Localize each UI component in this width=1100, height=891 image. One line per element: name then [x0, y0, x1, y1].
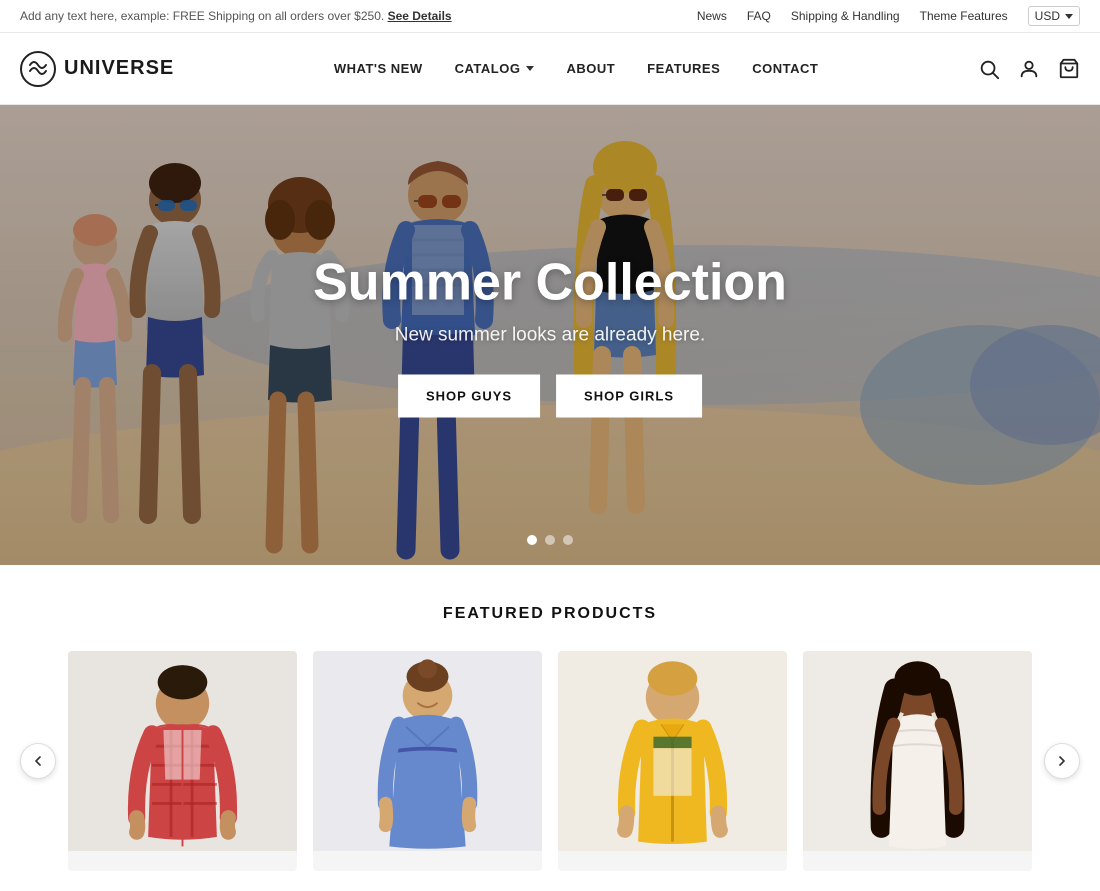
products-grid	[68, 651, 1032, 871]
cart-button[interactable]	[1058, 58, 1080, 80]
catalog-chevron-icon	[526, 66, 534, 71]
carousel-next-button[interactable]	[1044, 743, 1080, 779]
logo[interactable]: UNIVERSE	[20, 51, 174, 87]
chevron-right-icon	[1054, 753, 1070, 769]
announcement-text: Add any text here, example: FREE Shippin…	[20, 9, 452, 23]
bag-icon	[1058, 58, 1080, 80]
nav-whats-new[interactable]: WHAT'S NEW	[334, 61, 423, 76]
nav-link-news[interactable]: News	[697, 9, 727, 23]
nav-about[interactable]: ABOUT	[566, 61, 615, 76]
hero-dot-1[interactable]	[527, 535, 537, 545]
brand-name: UNIVERSE	[64, 57, 174, 80]
shop-guys-button[interactable]: SHOP GUYS	[398, 375, 540, 418]
search-button[interactable]	[978, 58, 1000, 80]
announcement-bar: Add any text here, example: FREE Shippin…	[0, 0, 1100, 33]
hero-dot-2[interactable]	[545, 535, 555, 545]
currency-chevron-icon	[1065, 14, 1073, 19]
nav-link-theme[interactable]: Theme Features	[920, 9, 1008, 23]
nav-links: WHAT'S NEW CATALOG ABOUT FEATURES CONTAC…	[334, 61, 819, 76]
products-carousel	[20, 651, 1080, 871]
product-card-4[interactable]	[803, 651, 1032, 871]
hero-dot-3[interactable]	[563, 535, 573, 545]
hero-title: Summer Collection	[313, 253, 787, 313]
search-icon	[978, 58, 1000, 80]
account-button[interactable]	[1018, 58, 1040, 80]
product-image-3	[558, 651, 787, 851]
currency-selector[interactable]: USD	[1028, 6, 1080, 26]
product-card-3[interactable]	[558, 651, 787, 871]
logo-icon	[20, 51, 56, 87]
shop-girls-button[interactable]: SHOP GIRLS	[556, 375, 702, 418]
product-image-2	[313, 651, 542, 851]
featured-title: FEATURED PRODUCTS	[20, 605, 1080, 623]
product-image-4	[803, 651, 1032, 851]
announcement-link[interactable]: See Details	[388, 9, 452, 23]
product-image-1	[68, 651, 297, 851]
announcement-links: News FAQ Shipping & Handling Theme Featu…	[697, 6, 1080, 26]
product-card-1[interactable]	[68, 651, 297, 871]
hero-buttons: SHOP GUYS SHOP GIRLS	[313, 375, 787, 418]
nav-link-faq[interactable]: FAQ	[747, 9, 771, 23]
hero-dots	[527, 535, 573, 545]
main-nav: UNIVERSE WHAT'S NEW CATALOG ABOUT FEATUR…	[0, 33, 1100, 105]
featured-section: FEATURED PRODUCTS	[0, 565, 1100, 891]
nav-icons	[978, 58, 1080, 80]
hero-subtitle: New summer looks are already here.	[313, 325, 787, 347]
nav-link-shipping[interactable]: Shipping & Handling	[791, 9, 900, 23]
user-icon	[1018, 58, 1040, 80]
hero-section: Summer Collection New summer looks are a…	[0, 105, 1100, 565]
nav-catalog[interactable]: CATALOG	[455, 61, 535, 76]
chevron-left-icon	[30, 753, 46, 769]
carousel-prev-button[interactable]	[20, 743, 56, 779]
product-card-2[interactable]	[313, 651, 542, 871]
nav-contact[interactable]: CONTACT	[752, 61, 818, 76]
nav-features[interactable]: FEATURES	[647, 61, 720, 76]
hero-content: Summer Collection New summer looks are a…	[313, 253, 787, 418]
